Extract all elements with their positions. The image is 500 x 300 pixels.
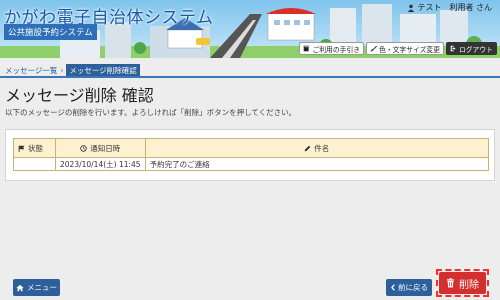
delete-button-focus-ring: 削除 — [436, 269, 489, 297]
page-title: メッセージ削除 確認 — [5, 86, 154, 105]
menu-button[interactable]: メニュー — [13, 279, 60, 296]
message-table: 状態 通知日時 件名 2023/10/14(土) 11:45 予約完了のご連絡 — [13, 138, 490, 171]
flag-icon — [18, 145, 25, 152]
cell-date: 2023/10/14(土) 11:45 — [55, 157, 146, 171]
column-header-subject: 件名 — [144, 138, 490, 158]
user-icon — [407, 4, 415, 12]
cell-subject: 予約完了のご連絡 — [144, 157, 490, 171]
page-description: 以下のメッセージの削除を行います。よろしければ「削除」ボタンを押してください。 — [5, 108, 297, 117]
display-settings-label: 色・文字サイズ変更 — [379, 45, 441, 54]
trash-icon — [446, 278, 455, 288]
cell-status — [13, 157, 56, 171]
column-status-label: 状態 — [28, 143, 43, 153]
user-info: テスト 利用者 さん — [407, 2, 492, 13]
delete-label: 削除 — [459, 279, 479, 291]
table-row: 2023/10/14(土) 11:45 予約完了のご連絡 — [13, 157, 490, 171]
book-icon — [303, 45, 310, 52]
header-buttons: ご利用の手引き 色・文字サイズ変更 ログアウト — [299, 42, 497, 55]
table-header-row: 状態 通知日時 件名 — [13, 138, 490, 158]
menu-label: メニュー — [27, 283, 57, 292]
delete-button[interactable]: 削除 — [439, 272, 486, 294]
column-subject-label: 件名 — [314, 143, 330, 153]
breadcrumb-divider — [0, 76, 500, 78]
clock-icon — [80, 144, 88, 152]
column-header-status: 状態 — [13, 138, 56, 158]
pencil-icon — [304, 145, 311, 152]
message-panel: 状態 通知日時 件名 2023/10/14(土) 11:45 予約完了のご連絡 — [5, 129, 495, 181]
column-date-label: 通知日時 — [90, 143, 121, 153]
breadcrumb-message-list[interactable]: メッセージ一覧 — [5, 65, 57, 76]
column-header-date: 通知日時 — [55, 138, 146, 158]
back-label: 前に戻る — [398, 283, 428, 292]
logout-label: ログアウト — [459, 45, 493, 54]
help-guide-button[interactable]: ご利用の手引き — [299, 42, 365, 55]
chevron-left-icon — [390, 284, 396, 291]
logout-icon — [450, 45, 457, 52]
header-banner: かがわ電子自治体システム 公共施設予約システム テスト 利用者 さん ご利用の手… — [0, 0, 500, 58]
home-icon — [16, 284, 24, 292]
app-subtitle: 公共施設予約システム — [4, 24, 97, 40]
logout-button[interactable]: ログアウト — [446, 42, 497, 55]
breadcrumb-separator: › — [60, 66, 64, 75]
display-settings-button[interactable]: 色・文字サイズ変更 — [366, 42, 445, 55]
user-name: テスト 利用者 さん — [417, 3, 492, 12]
help-guide-label: ご利用の手引き — [312, 45, 361, 54]
paintbrush-icon — [370, 45, 378, 52]
back-button[interactable]: 前に戻る — [386, 279, 432, 296]
